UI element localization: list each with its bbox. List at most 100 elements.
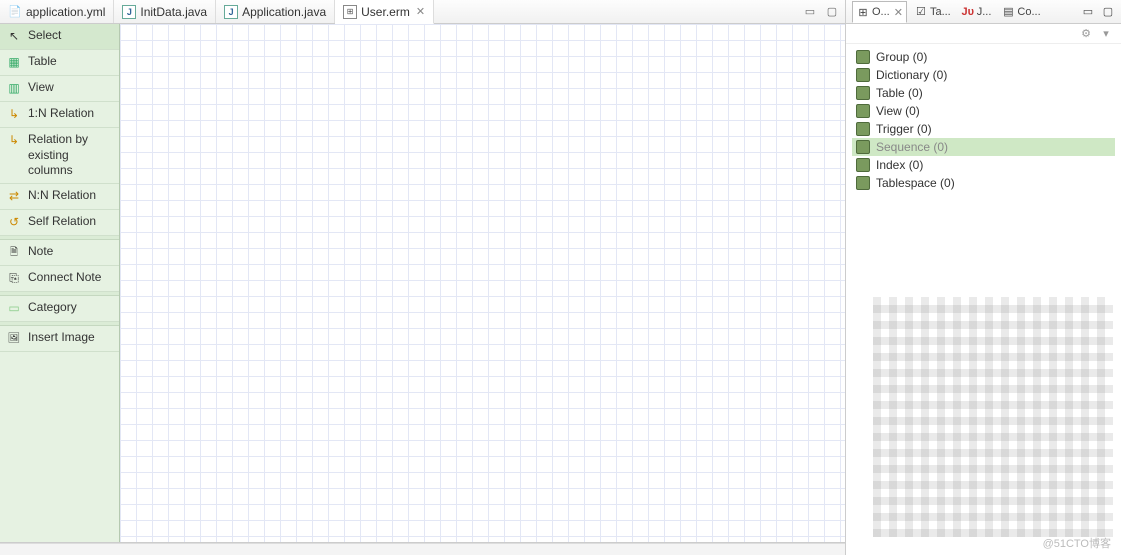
- palette-item[interactable]: Connect Note: [0, 266, 119, 292]
- pi-cnote-icon: [6, 271, 22, 287]
- outline-tree: Group (0) Dictionary (0) Table (0) View (0)…: [846, 44, 1121, 196]
- outline-item[interactable]: Table (0): [852, 84, 1115, 102]
- editor-tab[interactable]: InitData.java: [114, 0, 216, 23]
- palette-item-label: 1:N Relation: [28, 106, 94, 122]
- outline-item-label: Sequence (0): [876, 140, 948, 154]
- outline-group-icon: [856, 140, 870, 154]
- right-panel: ⊞O...✕☑Ta...JᴜJ...▤Co... ▭ ▢ ⚙ ▾ Group (…: [845, 0, 1121, 555]
- outline-item-label: View (0): [876, 104, 920, 118]
- right-tab-label: J...: [977, 6, 992, 18]
- pi-note-icon: [6, 245, 22, 261]
- icon-file-java-icon: [122, 5, 136, 19]
- editor-tab[interactable]: Application.java: [216, 0, 335, 23]
- outline-group-icon: [856, 176, 870, 190]
- palette-item[interactable]: Self Relation: [0, 210, 119, 236]
- tasks-icon: ☑: [914, 5, 928, 19]
- editor-status-bar: [0, 543, 845, 555]
- tab-label: application.yml: [26, 5, 105, 19]
- pi-select-icon: [6, 29, 22, 45]
- palette-item[interactable]: N:N Relation: [0, 184, 119, 210]
- right-max-icon[interactable]: ▢: [1101, 5, 1115, 19]
- diagram-canvas[interactable]: [120, 24, 845, 542]
- palette-item-label: Category: [28, 300, 77, 316]
- outline-item[interactable]: Index (0): [852, 156, 1115, 174]
- palette-item-label: Table: [28, 54, 57, 70]
- pi-rel1n-icon: [6, 107, 22, 123]
- main-editor-area: application.yml InitData.java Application.…: [0, 0, 845, 555]
- palette-item[interactable]: View: [0, 76, 119, 102]
- outline-group-icon: [856, 68, 870, 82]
- outline-group-icon: [856, 86, 870, 100]
- palette-item-label: Insert Image: [28, 330, 95, 346]
- icon-file-yml-icon: [8, 5, 22, 19]
- outline-item[interactable]: Tablespace (0): [852, 174, 1115, 192]
- pi-view-icon: [6, 81, 22, 97]
- qr-watermark: [873, 297, 1113, 537]
- palette-item[interactable]: Select: [0, 24, 119, 50]
- right-tab-label: O...: [872, 6, 890, 18]
- right-view-tab[interactable]: ⊞O... ✕: [852, 1, 907, 23]
- outline-item-label: Group (0): [876, 50, 927, 64]
- palette-item-label: Connect Note: [28, 270, 101, 286]
- outline-group-icon: [856, 104, 870, 118]
- outline-item-label: Trigger (0): [876, 122, 932, 136]
- close-icon[interactable]: ✕: [894, 6, 903, 19]
- pi-relex-icon: [6, 133, 22, 149]
- palette-item[interactable]: Note: [0, 240, 119, 266]
- outline-item-label: Tablespace (0): [876, 176, 955, 190]
- palette-item[interactable]: Table: [0, 50, 119, 76]
- outline-item[interactable]: Group (0): [852, 48, 1115, 66]
- palette-item[interactable]: Insert Image: [0, 326, 119, 352]
- maximize-icon[interactable]: ▭: [803, 5, 817, 19]
- palette-item[interactable]: Category: [0, 296, 119, 322]
- outline-item[interactable]: Dictionary (0): [852, 66, 1115, 84]
- outline-item-label: Dictionary (0): [876, 68, 947, 82]
- pi-image-icon: [6, 331, 22, 347]
- tab-bar-controls: ▭ ▢: [803, 0, 845, 23]
- palette-item[interactable]: Relation by existing columns: [0, 128, 119, 184]
- palette-item-label: Note: [28, 244, 53, 260]
- outline-item-label: Index (0): [876, 158, 923, 172]
- right-tab-label: Co...: [1017, 6, 1040, 18]
- editor-body: Select Table View 1:N Relation Relation by e…: [0, 24, 845, 543]
- right-tab-label: Ta...: [930, 6, 951, 18]
- right-view-tabs: ⊞O...✕☑Ta...JᴜJ...▤Co... ▭ ▢: [846, 0, 1121, 24]
- palette-item[interactable]: 1:N Relation: [0, 102, 119, 128]
- outline-group-icon: [856, 158, 870, 172]
- editor-tab[interactable]: User.erm ✕: [335, 0, 434, 24]
- outline-icon: ⊞: [856, 5, 870, 19]
- editor-tab[interactable]: application.yml: [0, 0, 114, 23]
- palette-item-label: N:N Relation: [28, 188, 96, 204]
- link-with-editor-icon[interactable]: ⚙: [1079, 27, 1093, 41]
- right-min-icon[interactable]: ▭: [1081, 5, 1095, 19]
- outline-item-label: Table (0): [876, 86, 923, 100]
- outline-item[interactable]: Sequence (0): [852, 138, 1115, 156]
- outline-item[interactable]: Trigger (0): [852, 120, 1115, 138]
- pi-category-icon: [6, 301, 22, 317]
- outline-group-icon: [856, 122, 870, 136]
- watermark-caption: @51CTO博客: [1043, 535, 1111, 551]
- palette-item-label: Self Relation: [28, 214, 96, 230]
- palette-item-label: Select: [28, 28, 61, 44]
- palette-item-label: View: [28, 80, 54, 96]
- palette-item-label: Relation by existing columns: [28, 132, 113, 179]
- minimize-icon[interactable]: ▢: [825, 5, 839, 19]
- console-icon: ▤: [1001, 5, 1015, 19]
- right-view-tab[interactable]: ☑Ta...: [911, 5, 954, 19]
- tab-label: InitData.java: [140, 5, 207, 19]
- outline-group-icon: [856, 50, 870, 64]
- junit-icon: Jᴜ: [961, 5, 975, 19]
- tab-label: User.erm: [361, 5, 410, 19]
- right-view-tab[interactable]: JᴜJ...: [958, 5, 995, 19]
- close-icon[interactable]: ✕: [416, 5, 425, 18]
- icon-file-erm-icon: [343, 5, 357, 19]
- outline-item[interactable]: View (0): [852, 102, 1115, 120]
- view-menu-icon[interactable]: ▾: [1099, 27, 1113, 41]
- pi-selfrel-icon: [6, 215, 22, 231]
- icon-file-java-icon: [224, 5, 238, 19]
- pi-table-icon: [6, 55, 22, 71]
- right-view-tab[interactable]: ▤Co...: [998, 5, 1043, 19]
- editor-tab-bar: application.yml InitData.java Application.…: [0, 0, 845, 24]
- outline-toolbar: ⚙ ▾: [846, 24, 1121, 44]
- tab-label: Application.java: [242, 5, 326, 19]
